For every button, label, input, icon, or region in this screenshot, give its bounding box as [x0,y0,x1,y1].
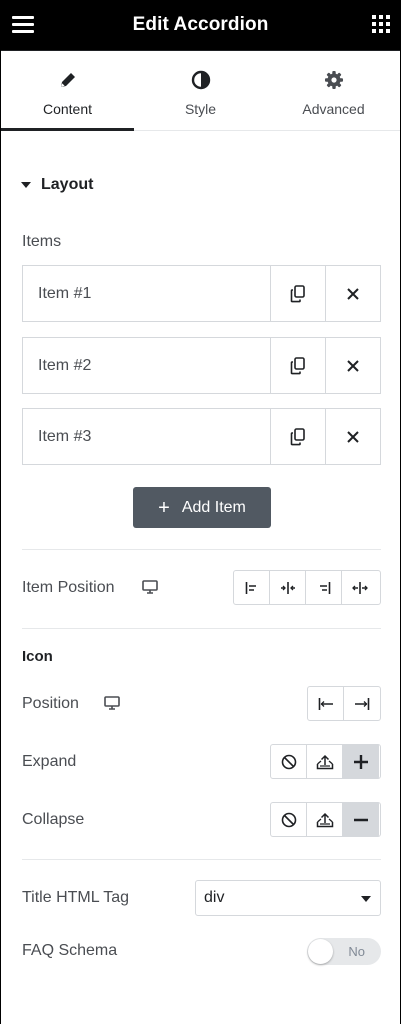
panel-header-bar: Edit Accordion [1,0,400,50]
repeater-item-title[interactable]: Item #3 [23,409,270,464]
tab-style-label: Style [184,101,217,117]
icon-position-label: Position [22,695,79,712]
hamburger-icon[interactable] [12,14,34,34]
expand-icon-control [270,744,381,779]
close-icon[interactable] [325,409,380,464]
grid-icon[interactable] [372,15,390,33]
editor-panel-inner: Edit Accordion Content Style Advanced La… [1,0,400,1024]
repeater-item-title[interactable]: Item #2 [23,338,270,393]
divider [22,859,381,860]
caret-down-icon [21,182,31,188]
align-start-icon[interactable] [234,571,270,604]
add-item-button[interactable]: + Add Item [133,487,271,528]
editor-panel: Edit Accordion Content Style Advanced La… [0,0,401,1024]
half-circle-icon [191,69,211,91]
layout-section-title: Layout [41,176,94,193]
faq-schema-value: No [348,944,365,959]
plus-icon[interactable] [343,745,379,778]
faq-schema-label: FAQ Schema [22,942,118,959]
align-center-icon[interactable] [270,571,306,604]
panel-tabs: Content Style Advanced [1,51,400,131]
title-tag-select[interactable]: div [195,880,381,916]
repeater-item: Item #3 [22,408,381,465]
layout-section-toggle[interactable]: Layout [21,176,93,194]
divider [22,628,381,629]
none-icon[interactable] [271,803,307,836]
none-icon[interactable] [271,745,307,778]
monitor-icon[interactable] [142,580,158,599]
expand-label: Expand [22,753,77,770]
toggle-knob [308,939,333,964]
repeater-item: Item #2 [22,337,381,394]
collapse-label: Collapse [22,811,85,828]
item-position-control [233,570,381,605]
monitor-icon[interactable] [104,696,120,715]
tab-content-label: Content [42,101,93,117]
tab-style[interactable]: Style [134,51,267,130]
title-tag-value: div [204,889,225,906]
upload-icon[interactable] [307,745,343,778]
panel-title: Edit Accordion [132,14,269,35]
icon-position-control [307,686,381,721]
faq-schema-toggle[interactable]: No [307,938,381,965]
icon-section-title: Icon [22,648,53,665]
align-end-icon[interactable] [306,571,342,604]
add-item-label: Add Item [181,498,246,516]
minus-icon[interactable] [343,803,379,836]
tab-content[interactable]: Content [1,51,134,131]
item-position-label: Item Position [22,579,115,596]
stretch-icon[interactable] [342,571,378,604]
chevron-down-icon [361,896,371,902]
duplicate-icon[interactable] [270,338,325,393]
panel-header: Edit Accordion [1,0,400,51]
close-icon[interactable] [325,338,380,393]
items-label: Items [22,233,62,250]
gear-icon [324,69,344,91]
repeater-item: Item #1 [22,265,381,322]
tab-advanced[interactable]: Advanced [267,51,400,130]
collapse-icon-control [270,802,381,837]
icon-end-icon[interactable] [344,687,380,720]
pencil-icon [58,69,78,91]
icon-start-icon[interactable] [308,687,344,720]
title-tag-label: Title HTML Tag [22,889,129,906]
upload-icon[interactable] [307,803,343,836]
close-icon[interactable] [325,266,380,321]
repeater-item-title[interactable]: Item #1 [23,266,270,321]
plus-icon: + [158,496,170,519]
duplicate-icon[interactable] [270,266,325,321]
divider [22,549,381,550]
duplicate-icon[interactable] [270,409,325,464]
tab-advanced-label: Advanced [302,101,365,117]
